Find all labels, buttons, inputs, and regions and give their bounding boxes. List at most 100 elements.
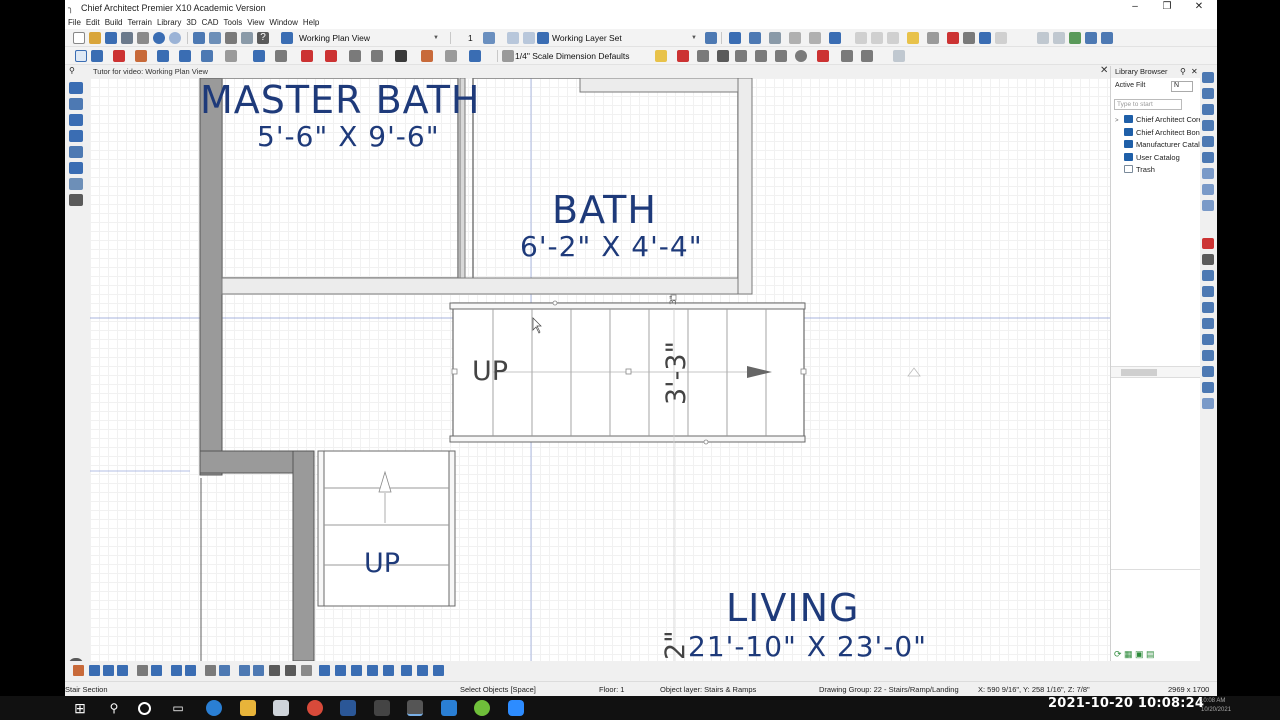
view-combo[interactable]: Working Plan View ▼ [296, 31, 441, 45]
home-icon[interactable] [729, 32, 741, 44]
stair-lower-rail-east[interactable] [448, 450, 456, 607]
delete-icon[interactable] [677, 50, 689, 62]
layer-properties-icon[interactable] [705, 32, 717, 44]
sun-icon[interactable] [907, 32, 919, 44]
window-list-icon[interactable] [1101, 32, 1113, 44]
circle-icon[interactable] [795, 50, 807, 62]
new-plan-icon[interactable] [73, 32, 85, 44]
refresh-icon[interactable] [1202, 168, 1214, 179]
app-blue-icon[interactable] [441, 700, 457, 716]
search-icon[interactable]: ⚲ [106, 700, 122, 716]
move-icon[interactable] [697, 50, 709, 62]
open-icon[interactable] [89, 32, 101, 44]
reverse-icon[interactable] [301, 665, 312, 676]
pin-icon[interactable]: ⚲ [69, 66, 75, 75]
door-icon[interactable] [135, 50, 147, 62]
drafting-icon[interactable] [979, 32, 991, 44]
roof-icon[interactable] [201, 50, 213, 62]
menu-build[interactable]: Build [105, 16, 123, 29]
layer-icon[interactable] [537, 32, 549, 44]
railing-edit-icon[interactable] [171, 665, 182, 676]
rotate-icon[interactable] [1202, 366, 1214, 377]
close-button[interactable]: ✕ [1185, 1, 1213, 12]
text-icon[interactable] [395, 50, 407, 62]
fixture-icon[interactable] [301, 50, 313, 62]
select-objects-icon[interactable] [75, 50, 87, 62]
camtasia-icon[interactable] [474, 700, 490, 716]
reference-floor-icon[interactable] [507, 32, 519, 44]
stair-rail-south[interactable] [449, 435, 806, 443]
texture-icon[interactable] [947, 32, 959, 44]
stair-lower[interactable] [317, 450, 456, 607]
pan-icon[interactable] [1202, 136, 1214, 147]
callout-icon[interactable] [445, 50, 457, 62]
redo-icon[interactable] [169, 32, 181, 44]
landing-icon[interactable] [69, 146, 83, 158]
library-object-icon[interactable] [1202, 238, 1214, 249]
window-green-icon[interactable] [1069, 32, 1081, 44]
delete-object-icon[interactable] [137, 665, 148, 676]
swap-view-icon[interactable] [1202, 152, 1214, 163]
polyline-icon[interactable] [861, 50, 873, 62]
menu-tools[interactable]: Tools [224, 16, 243, 29]
stair-lower-rail-west[interactable] [317, 450, 325, 607]
zoom-in-icon[interactable] [1202, 72, 1214, 83]
next-icon[interactable] [73, 665, 84, 676]
menu-3d[interactable]: 3D [186, 16, 196, 29]
library-search-input[interactable]: Type to start [1114, 99, 1182, 110]
windows-start-icon[interactable]: ⊞ [72, 700, 88, 716]
stair-tool-icon[interactable] [69, 82, 83, 94]
transform-icon[interactable] [1202, 302, 1214, 313]
library-item[interactable]: User Catalog [1115, 152, 1201, 165]
edit-break-icon[interactable] [103, 665, 114, 676]
spline-icon[interactable] [841, 50, 853, 62]
group-icon[interactable] [269, 665, 280, 676]
plan-view-icon[interactable] [193, 32, 205, 44]
center-icon[interactable] [401, 665, 412, 676]
attach-icon[interactable] [433, 665, 444, 676]
rotate-view-icon[interactable] [871, 32, 883, 44]
menu-file[interactable]: File [68, 16, 81, 29]
layout-icon[interactable] [225, 32, 237, 44]
eraser-icon[interactable] [995, 32, 1007, 44]
arrow-icon[interactable] [253, 665, 264, 676]
library-object-icon[interactable] [325, 50, 337, 62]
taskbar-date[interactable]: 10/20/2021 [1201, 707, 1231, 713]
taskbar-time[interactable]: 10:08 AM [1200, 698, 1225, 704]
cut-icon[interactable] [137, 32, 149, 44]
layer-set-combo[interactable]: Working Layer Set ▼ [549, 31, 699, 45]
floor-up-icon[interactable] [483, 32, 495, 44]
library-bottom-icons[interactable]: ⟳ ▦ ▣ ▤ [1114, 649, 1155, 660]
measure-icon[interactable] [417, 665, 428, 676]
maximize-button[interactable]: ❐ [1153, 1, 1181, 12]
bath-east-wall[interactable] [737, 78, 753, 295]
view-icon[interactable] [281, 32, 293, 44]
align-icon[interactable] [205, 665, 216, 676]
zoom-out-icon[interactable] [1202, 88, 1214, 99]
open-object-icon[interactable] [1202, 286, 1214, 297]
arc-icon[interactable] [775, 50, 787, 62]
store-icon[interactable] [273, 700, 289, 716]
point-to-point-icon[interactable] [1202, 318, 1214, 329]
materials-icon[interactable] [241, 32, 253, 44]
library-item[interactable]: Manufacturer Catalogs [1115, 139, 1201, 152]
auto-landing-icon[interactable] [335, 665, 346, 676]
stair-rail-north[interactable] [449, 302, 806, 310]
render-icon[interactable] [855, 32, 867, 44]
fill-icon[interactable] [469, 50, 481, 62]
dimension-icon[interactable] [421, 50, 433, 62]
stairs-icon[interactable] [179, 50, 191, 62]
zoom-box-icon[interactable] [1202, 104, 1214, 115]
light-icon[interactable] [887, 32, 899, 44]
save-icon[interactable] [105, 32, 117, 44]
reflect-icon[interactable] [735, 50, 747, 62]
view-tab-title[interactable]: Tutor for video: Working Plan View [93, 67, 208, 76]
menu-help[interactable]: Help [303, 16, 319, 29]
window-tile-icon[interactable] [1037, 32, 1049, 44]
lock-icon[interactable] [285, 665, 296, 676]
menu-terrain[interactable]: Terrain [127, 16, 151, 29]
library-item[interactable]: Trash [1115, 164, 1201, 177]
edit-tool-icon[interactable] [655, 50, 667, 62]
resize-icon[interactable] [1202, 382, 1214, 393]
measure-icon[interactable] [963, 32, 975, 44]
